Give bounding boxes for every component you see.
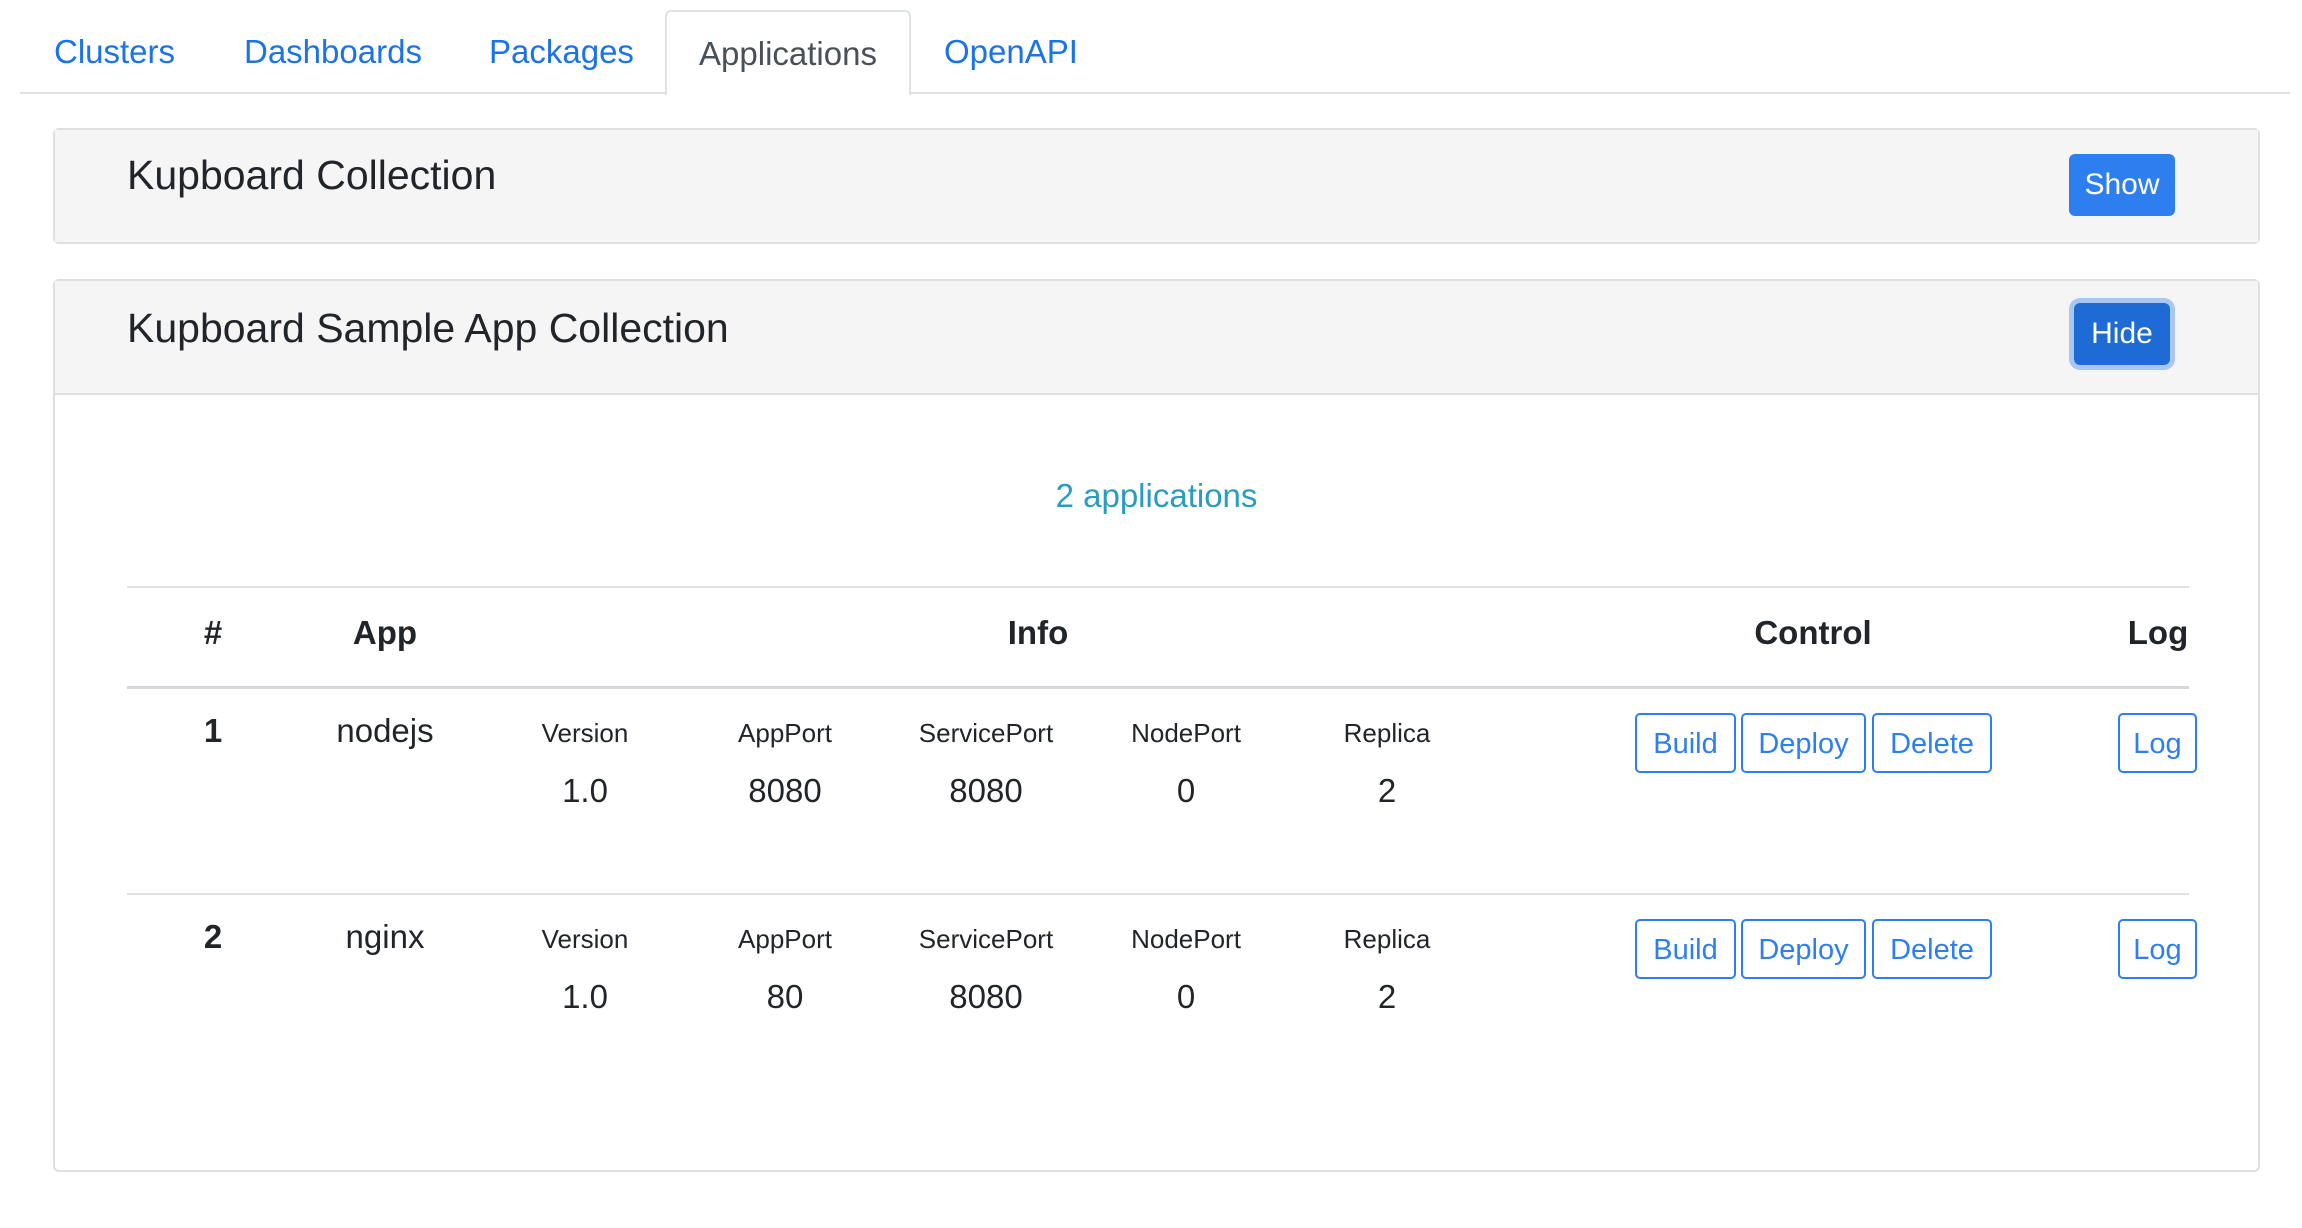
info-value-appport: 80 xyxy=(766,978,804,1015)
info-value-serviceport: 8080 xyxy=(949,772,1023,809)
build-button[interactable]: Build xyxy=(1635,713,1736,773)
page: Clusters Dashboards Packages Application… xyxy=(0,0,2302,1228)
info-value-replica: 2 xyxy=(1377,772,1397,809)
info-label-version: Version xyxy=(541,924,629,954)
collection-header: Kupboard Collection Show xyxy=(55,130,2258,242)
log-button[interactable]: Log xyxy=(2118,713,2197,773)
col-header-info: Info xyxy=(1007,614,1069,651)
collection-card-sample-apps: Kupboard Sample App Collection Hide 2 ap… xyxy=(53,279,2260,1172)
app-name: nginx xyxy=(345,918,425,955)
row-index: 1 xyxy=(203,712,223,749)
info-label-nodeport: NodePort xyxy=(1131,718,1241,748)
show-button[interactable]: Show xyxy=(2069,154,2175,216)
info-value-nodeport: 0 xyxy=(1176,978,1196,1015)
info-value-version: 1.0 xyxy=(562,978,608,1015)
info-value-serviceport: 8080 xyxy=(949,978,1023,1015)
info-label-nodeport: NodePort xyxy=(1131,924,1241,954)
table-top-border xyxy=(127,586,2189,588)
collection-title: Kupboard Collection xyxy=(127,152,497,198)
info-label-version: Version xyxy=(541,718,629,748)
tab-openapi[interactable]: OpenAPI xyxy=(944,10,1078,94)
deploy-button[interactable]: Deploy xyxy=(1741,713,1866,773)
hide-button[interactable]: Hide xyxy=(2074,303,2170,365)
info-value-version: 1.0 xyxy=(562,772,608,809)
build-button[interactable]: Build xyxy=(1635,919,1736,979)
info-value-replica: 2 xyxy=(1377,978,1397,1015)
col-header-log: Log xyxy=(2127,614,2189,651)
collection-title: Kupboard Sample App Collection xyxy=(127,305,729,351)
info-value-nodeport: 0 xyxy=(1176,772,1196,809)
delete-button[interactable]: Delete xyxy=(1872,919,1992,979)
col-header-control: Control xyxy=(1754,614,1872,651)
info-label-serviceport: ServicePort xyxy=(918,718,1054,748)
tab-applications[interactable]: Applications xyxy=(665,10,911,96)
info-label-replica: Replica xyxy=(1343,924,1431,954)
tab-clusters[interactable]: Clusters xyxy=(54,10,175,94)
deploy-button[interactable]: Deploy xyxy=(1741,919,1866,979)
log-button[interactable]: Log xyxy=(2118,919,2197,979)
row-index: 2 xyxy=(203,918,223,955)
tab-dashboards[interactable]: Dashboards xyxy=(244,10,422,94)
delete-button[interactable]: Delete xyxy=(1872,713,1992,773)
app-name: nodejs xyxy=(336,712,434,749)
info-label-serviceport: ServicePort xyxy=(918,924,1054,954)
tab-packages[interactable]: Packages xyxy=(489,10,634,94)
collection-header: Kupboard Sample App Collection Hide xyxy=(55,281,2258,395)
col-header-app: App xyxy=(352,614,418,651)
nav-tabs: Clusters Dashboards Packages Application… xyxy=(20,10,2290,96)
applications-count: 2 applications xyxy=(1055,477,1258,514)
collection-card-kupboard: Kupboard Collection Show xyxy=(53,128,2260,244)
info-label-appport: AppPort xyxy=(738,718,832,748)
info-value-appport: 8080 xyxy=(748,772,822,809)
row-divider xyxy=(127,893,2189,895)
info-label-appport: AppPort xyxy=(738,924,832,954)
table-header-border xyxy=(127,686,2189,689)
info-label-replica: Replica xyxy=(1343,718,1431,748)
col-header-index: # xyxy=(203,614,223,651)
